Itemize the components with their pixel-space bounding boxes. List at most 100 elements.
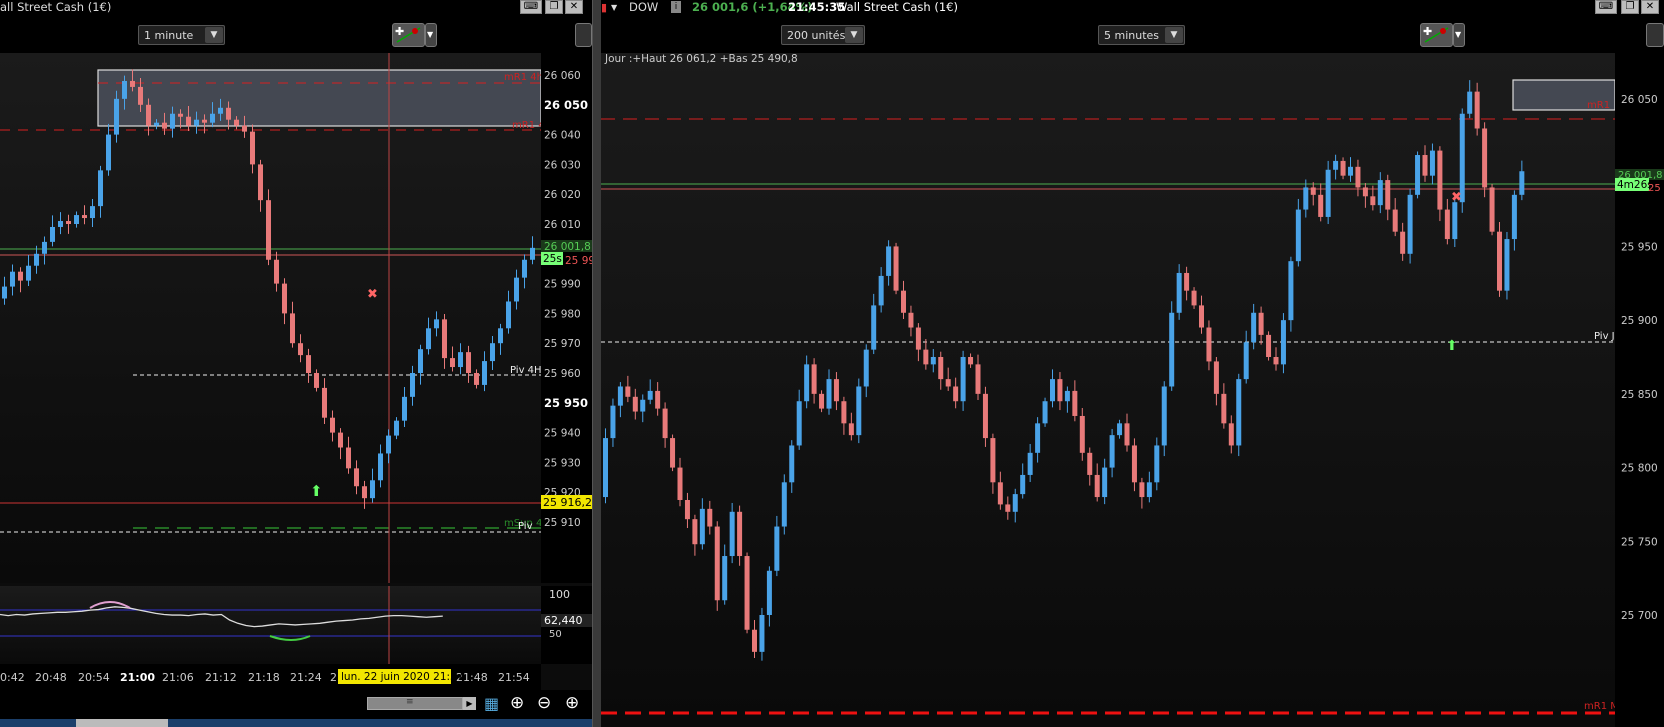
candle-body <box>1355 166 1361 188</box>
candle-body <box>1348 166 1353 176</box>
chart-settings-icon[interactable]: ▦ <box>484 694 499 713</box>
candle-body <box>796 401 802 446</box>
candle-body <box>819 393 825 409</box>
candle-body <box>1042 401 1048 424</box>
candle-body <box>322 387 327 418</box>
candle-body <box>1206 327 1212 362</box>
price-tick: 25 900 <box>1621 315 1658 327</box>
close-button[interactable]: ✕ <box>565 0 583 14</box>
candle-body <box>1161 386 1167 446</box>
right-price-plot[interactable]: Jour :+Haut 26 061,2 +Bas 25 490,8 mR1 Pi… <box>601 53 1619 727</box>
drawing-tools-button[interactable]: ✚ <box>392 23 425 47</box>
candle-body <box>370 480 375 499</box>
candle-body <box>514 277 519 302</box>
price-tick: 26 040 <box>544 130 581 142</box>
right-price-axis[interactable]: 26 050 25 950 25 900 25 850 25 800 25 750 25 7… <box>1615 53 1664 727</box>
candle-body <box>50 226 55 242</box>
candle-body <box>1243 342 1249 380</box>
right-candle-chart: mR1 Piv J mR1 M ✖ ⬆ <box>601 79 1619 715</box>
crosshair-time-label: lun. 22 juin 2020 21:37 <box>341 671 463 683</box>
scroll-track[interactable]: ≡ <box>367 697 463 710</box>
mr1-4-label: mR1 4 <box>512 120 541 131</box>
candle-body <box>752 629 757 652</box>
keyboard-icon[interactable]: ⌨ <box>1595 0 1617 14</box>
chevron-down-icon: ▼ <box>1165 27 1183 43</box>
collapse-toolbar-button[interactable] <box>575 23 592 47</box>
candle-body <box>968 357 974 365</box>
svg-text:✚: ✚ <box>1423 25 1432 38</box>
candle-body <box>1519 171 1525 195</box>
restore-button[interactable]: ❐ <box>1621 0 1639 14</box>
left-candle-chart: mR1 4hmR1 4Piv 4HmSup 4hPiv✖⬆ <box>0 53 549 583</box>
candle-body <box>1027 452 1033 475</box>
osc-oversold-segment <box>269 635 311 641</box>
restore-button[interactable]: ❐ <box>545 0 563 14</box>
candle-body <box>154 122 159 126</box>
candle-body <box>234 119 239 126</box>
chevron-down-icon[interactable]: ▼ <box>611 0 617 15</box>
candle-body <box>1482 128 1488 188</box>
info-icon[interactable]: i <box>671 1 681 13</box>
scroll-grip-icon: ≡ <box>406 697 414 707</box>
candle-body <box>759 615 765 652</box>
candle-body <box>434 319 439 329</box>
candle-body <box>975 364 981 394</box>
left-price-plot[interactable]: mR1 4hmR1 4Piv 4HmSup 4hPiv✖⬆ <box>0 53 549 583</box>
sell-signal-icon: ✖ <box>1451 190 1462 205</box>
units-dropdown[interactable]: 200 unités ▼ <box>781 25 865 45</box>
left-price-axis[interactable]: 26 060 26 050 26 040 26 030 26 020 26 010 25 9… <box>541 53 592 583</box>
time-tick: 20:54 <box>78 671 110 684</box>
keyboard-icon[interactable]: ⌨ <box>520 0 542 14</box>
price-tick: 26 050 <box>544 98 588 112</box>
bottom-scroll-thumb[interactable] <box>76 719 168 727</box>
price-tick: 26 030 <box>544 159 581 171</box>
time-tick: 21:24 <box>290 671 322 684</box>
price-tick: 25 930 <box>544 457 581 469</box>
candle-body <box>1474 91 1480 129</box>
svg-text:✚: ✚ <box>395 25 404 38</box>
candle-body <box>82 215 87 219</box>
candle-body <box>737 511 743 557</box>
candle-body <box>42 241 47 254</box>
candle-body <box>202 119 207 123</box>
time-tick: 21:54 <box>498 671 530 684</box>
timeframe-dropdown[interactable]: 1 minute ▼ <box>138 25 225 45</box>
symbol-label[interactable]: DOW <box>629 0 658 15</box>
candle-body <box>402 396 407 421</box>
price-tick: 25 990 <box>544 279 581 291</box>
candle-body <box>1407 194 1413 254</box>
scroll-right-button[interactable]: ▶ <box>463 697 476 710</box>
candle-body <box>386 435 391 454</box>
left-oscillator-plot[interactable] <box>0 586 541 664</box>
drawing-tools-menu[interactable]: ▼ <box>425 23 437 47</box>
drawing-tools-button[interactable]: ✚ <box>1420 23 1453 47</box>
candle-body <box>1497 231 1502 291</box>
candle-body <box>418 349 423 373</box>
candle-body <box>1385 180 1391 210</box>
candle-body <box>506 301 511 329</box>
candle-body <box>729 511 735 557</box>
chevron-down-icon: ▼ <box>845 27 863 43</box>
candle-body <box>1199 305 1204 328</box>
left-time-axis[interactable]: 0:42 20:48 20:54 21:00 21:06 21:12 21:18 21:24 2… <box>0 664 541 690</box>
buy-signal-icon: ⬆ <box>1446 338 1458 354</box>
candle-body <box>66 221 71 224</box>
candle-body <box>18 271 23 281</box>
drawing-tools-menu[interactable]: ▼ <box>1453 23 1465 47</box>
timeframe-dropdown[interactable]: 5 minutes ▼ <box>1098 25 1185 45</box>
candle-body <box>114 98 119 135</box>
collapse-toolbar-button[interactable] <box>1646 23 1664 47</box>
candle-body <box>74 215 79 224</box>
candle-body <box>886 246 892 276</box>
candle-body <box>442 319 447 359</box>
left-scroll-bar: ≡ ▶ ▦ ⊕ ⊖ ⊕ <box>0 690 592 719</box>
candle-body <box>162 122 167 129</box>
candle-body <box>610 405 616 439</box>
zoom-fit-icon[interactable]: ⊕ <box>510 693 524 713</box>
candle-body <box>490 343 495 362</box>
price-tick: 25 750 <box>1621 536 1658 548</box>
zoom-out-icon[interactable]: ⊖ <box>537 693 551 713</box>
candle-body <box>662 408 668 439</box>
zoom-in-icon[interactable]: ⊕ <box>565 693 579 713</box>
close-button[interactable]: ✕ <box>1641 0 1659 14</box>
